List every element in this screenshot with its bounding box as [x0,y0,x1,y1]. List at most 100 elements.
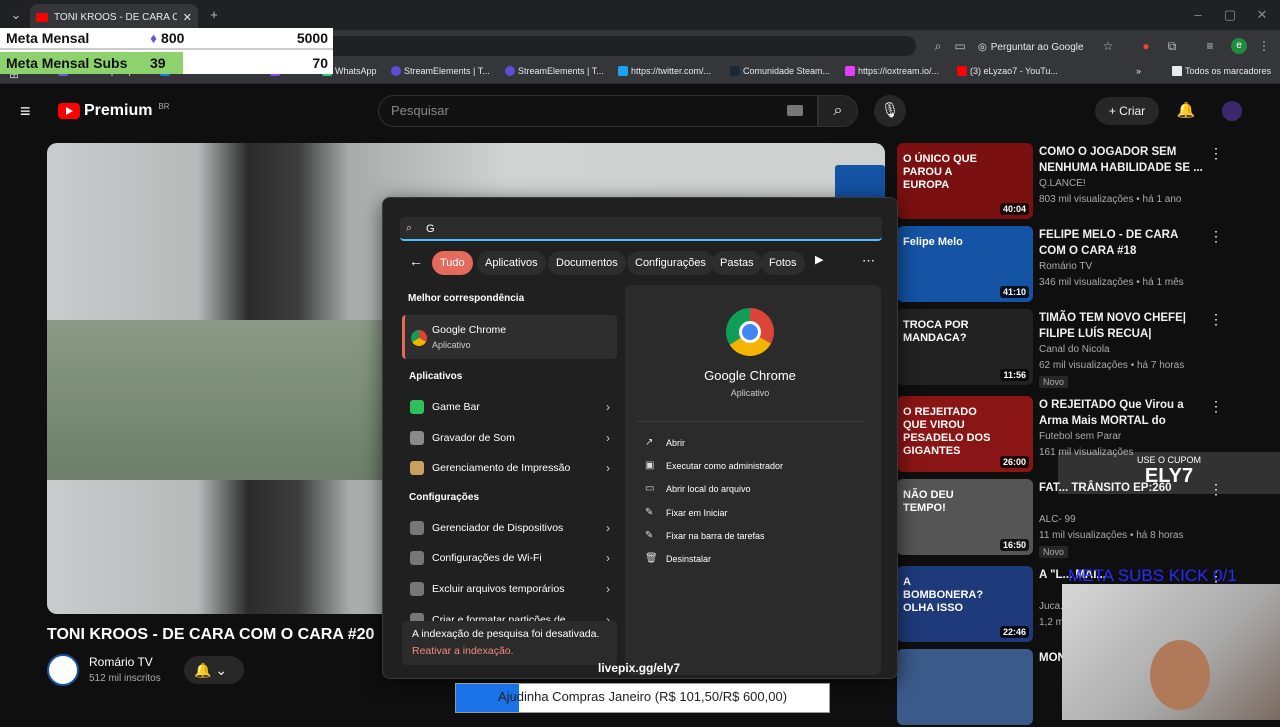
diamond-icon: ♦ [150,30,158,46]
recommendation-item[interactable]: Felipe Melo 41:10 FELIPE MELO - DE CARA CO… [897,226,1267,304]
extension-record-icon[interactable]: ● [1138,38,1154,54]
search-button[interactable]: ⌕ [818,95,858,127]
bookmark-star-icon[interactable]: ☆ [1100,38,1116,54]
more-actions-icon[interactable]: ⋮ [1209,311,1223,328]
details-action[interactable]: ▭ Abrir local do arquivo [645,483,751,494]
channel-name[interactable]: Canal do Nicola [1039,344,1110,355]
video-thumbnail[interactable] [897,649,1033,725]
action-icon: ✎ [645,507,654,518]
extensions-puzzle-icon[interactable]: ⧉ [1164,38,1180,54]
video-title[interactable]: COMO O JOGADOR SEM NENHUMA HABILIDADE SE… [1039,144,1204,176]
filter-chip[interactable]: Documentos [548,251,626,275]
video-thumbnail[interactable]: O REJEITADO QUE VIROU PESADELO DOS GIGAN… [897,396,1033,472]
tab-search-chevron-icon[interactable]: ⌄ [6,6,26,24]
ask-google-button[interactable]: ◎ Perguntar ao Google [978,37,1084,57]
voice-search-mic-icon[interactable]: 🎙 [874,95,906,127]
bookmark-item[interactable]: Comunidade Steam... [730,66,830,76]
video-title[interactable]: O REJEITADO Que Virou a Arma Mais MORTAL… [1039,397,1204,429]
create-button[interactable]: + Criar [1095,97,1159,125]
channel-name[interactable]: Futebol sem Parar [1039,431,1121,442]
chevron-right-icon[interactable]: › [606,400,610,414]
search-result-item[interactable]: Gerenciador de Dispositivos › [410,521,610,535]
chevron-right-icon[interactable]: › [606,461,610,475]
new-tab-button[interactable]: + [204,6,224,24]
video-title[interactable]: FELIPE MELO - DE CARA COM O CARA #18 [1039,227,1204,259]
details-action[interactable]: ▣ Executar como administrador [645,460,783,471]
filter-chip[interactable]: Aplicativos [477,251,546,275]
details-action[interactable]: 🗑 Desinstalar [645,553,711,564]
video-thumbnail[interactable]: TROCA POR MANDACA? 11:56 [897,309,1033,385]
zoom-icon[interactable]: ⌕ [930,38,946,54]
search-result-item[interactable]: Configurações de Wi-Fi › [410,551,610,565]
search-result-item[interactable]: Excluir arquivos temporários › [410,582,610,596]
channel-name[interactable]: Romário TV [1039,261,1092,272]
subscription-bell-button[interactable]: 🔔 ⌄ [184,656,244,684]
account-avatar[interactable] [1222,101,1242,121]
filter-chip[interactable]: Fotos [761,251,805,275]
video-stats: 803 mil visualizações • há 1 ano [1039,194,1182,205]
more-actions-icon[interactable]: ⋮ [1209,398,1223,415]
chevron-right-icon[interactable]: › [606,521,610,535]
recommendation-item[interactable]: O ÚNICO QUE PAROU A EUROPA 40:04 COMO O JO… [897,143,1267,221]
channel-name[interactable]: ALC- 99 [1039,514,1076,525]
thumbnail-text: NÃO DEU TEMPO! [903,489,954,514]
browser-tab-active[interactable]: TONI KROOS - DE CARA COM O CARA #20 ✕ [30,4,198,30]
chevron-right-icon[interactable]: › [606,551,610,565]
more-options-icon[interactable]: ⋯ [862,253,875,269]
bookmark-item[interactable]: https://twitter.com/... [618,66,711,76]
channel-name[interactable]: Romário TV [89,655,153,669]
action-icon: ↗ [645,437,654,448]
windows-search-input[interactable]: G [400,217,882,241]
stream-goal-overlay: Meta Mensal ♦ 800 5000 Meta Mensal Subs … [0,28,333,74]
search-result-item[interactable]: Gravador de Som › [410,431,610,445]
window-minimize-button[interactable]: – [1188,6,1208,24]
bookmarks-overflow-icon[interactable]: » [1136,66,1141,76]
bookmark-item[interactable]: https://ioxtream.io/... [845,66,939,76]
menu-hamburger-icon[interactable]: ≡ [20,102,38,120]
details-action[interactable]: ↗ Abrir [645,437,685,448]
cast-icon[interactable]: ▭ [952,38,968,54]
best-match-item[interactable] [402,315,617,359]
close-tab-icon[interactable]: ✕ [183,11,192,24]
bookmark-item[interactable]: StreamElements | T... [391,66,490,76]
filter-chip[interactable]: Tudo [432,251,473,275]
details-action[interactable]: ✎ Fixar em Iniciar [645,507,728,518]
bookmark-item[interactable]: (3) eLyzao7 - YouTu... [957,66,1058,76]
reactivate-indexing-link[interactable]: Reativar a indexação. [412,645,514,657]
video-thumbnail[interactable]: A BOMBONERA? OLHA ISSO 22:46 [897,566,1033,642]
window-close-button[interactable]: ✕ [1252,6,1272,24]
recommendation-item[interactable]: TROCA POR MANDACA? 11:56 TIMÃO TEM NOVO CH… [897,309,1267,388]
video-thumbnail[interactable]: O ÚNICO QUE PAROU A EUROPA 40:04 [897,143,1033,219]
video-thumbnail[interactable]: NÃO DEU TEMPO! 16:50 [897,479,1033,555]
video-thumbnail[interactable]: Felipe Melo 41:10 [897,226,1033,302]
chevron-right-icon[interactable]: › [606,582,610,596]
notifications-bell-icon[interactable]: 🔔 [1176,101,1196,121]
all-bookmarks-folder[interactable]: Todos os marcadores [1172,66,1271,76]
channel-avatar[interactable] [47,654,79,686]
video-title[interactable]: TIMÃO TEM NOVO CHEFE| FILIPE LUÍS RECUA|… [1039,310,1204,342]
details-action[interactable]: ✎ Fixar na barra de tarefas [645,530,765,541]
kick-subs-goal-text: META SUBS KICK 0/1 [1068,566,1237,585]
app-icon [410,551,424,565]
media-control-icon[interactable]: ≡ [1202,38,1218,54]
search-input[interactable]: Pesquisar [378,95,818,127]
channel-name[interactable]: Q.LANCE! [1039,178,1086,189]
more-filters-play-icon[interactable]: ▶ [815,253,823,266]
back-arrow-icon[interactable]: ← [409,253,423,269]
more-actions-icon[interactable]: ⋮ [1209,228,1223,245]
subs-goal-current: 39 [150,55,166,71]
filter-chip[interactable]: Configurações [627,251,714,275]
chevron-right-icon[interactable]: › [606,431,610,445]
window-maximize-button[interactable]: ▢ [1220,6,1240,24]
bookmark-item[interactable]: StreamElements | T... [505,66,604,76]
search-result-item[interactable]: Game Bar › [410,400,610,414]
keyboard-icon[interactable] [787,105,803,116]
youtube-premium-logo[interactable]: Premium BR [58,102,170,120]
browser-menu-icon[interactable]: ⋮ [1256,38,1272,54]
monthly-goal-row: Meta Mensal ♦ 800 5000 [0,28,333,50]
profile-avatar[interactable]: e [1231,38,1247,54]
search-result-item[interactable]: Gerenciamento de Impressão › [410,461,610,475]
filter-chip[interactable]: Pastas [712,251,762,275]
action-label: Executar como administrador [666,460,784,471]
more-actions-icon[interactable]: ⋮ [1209,145,1223,162]
